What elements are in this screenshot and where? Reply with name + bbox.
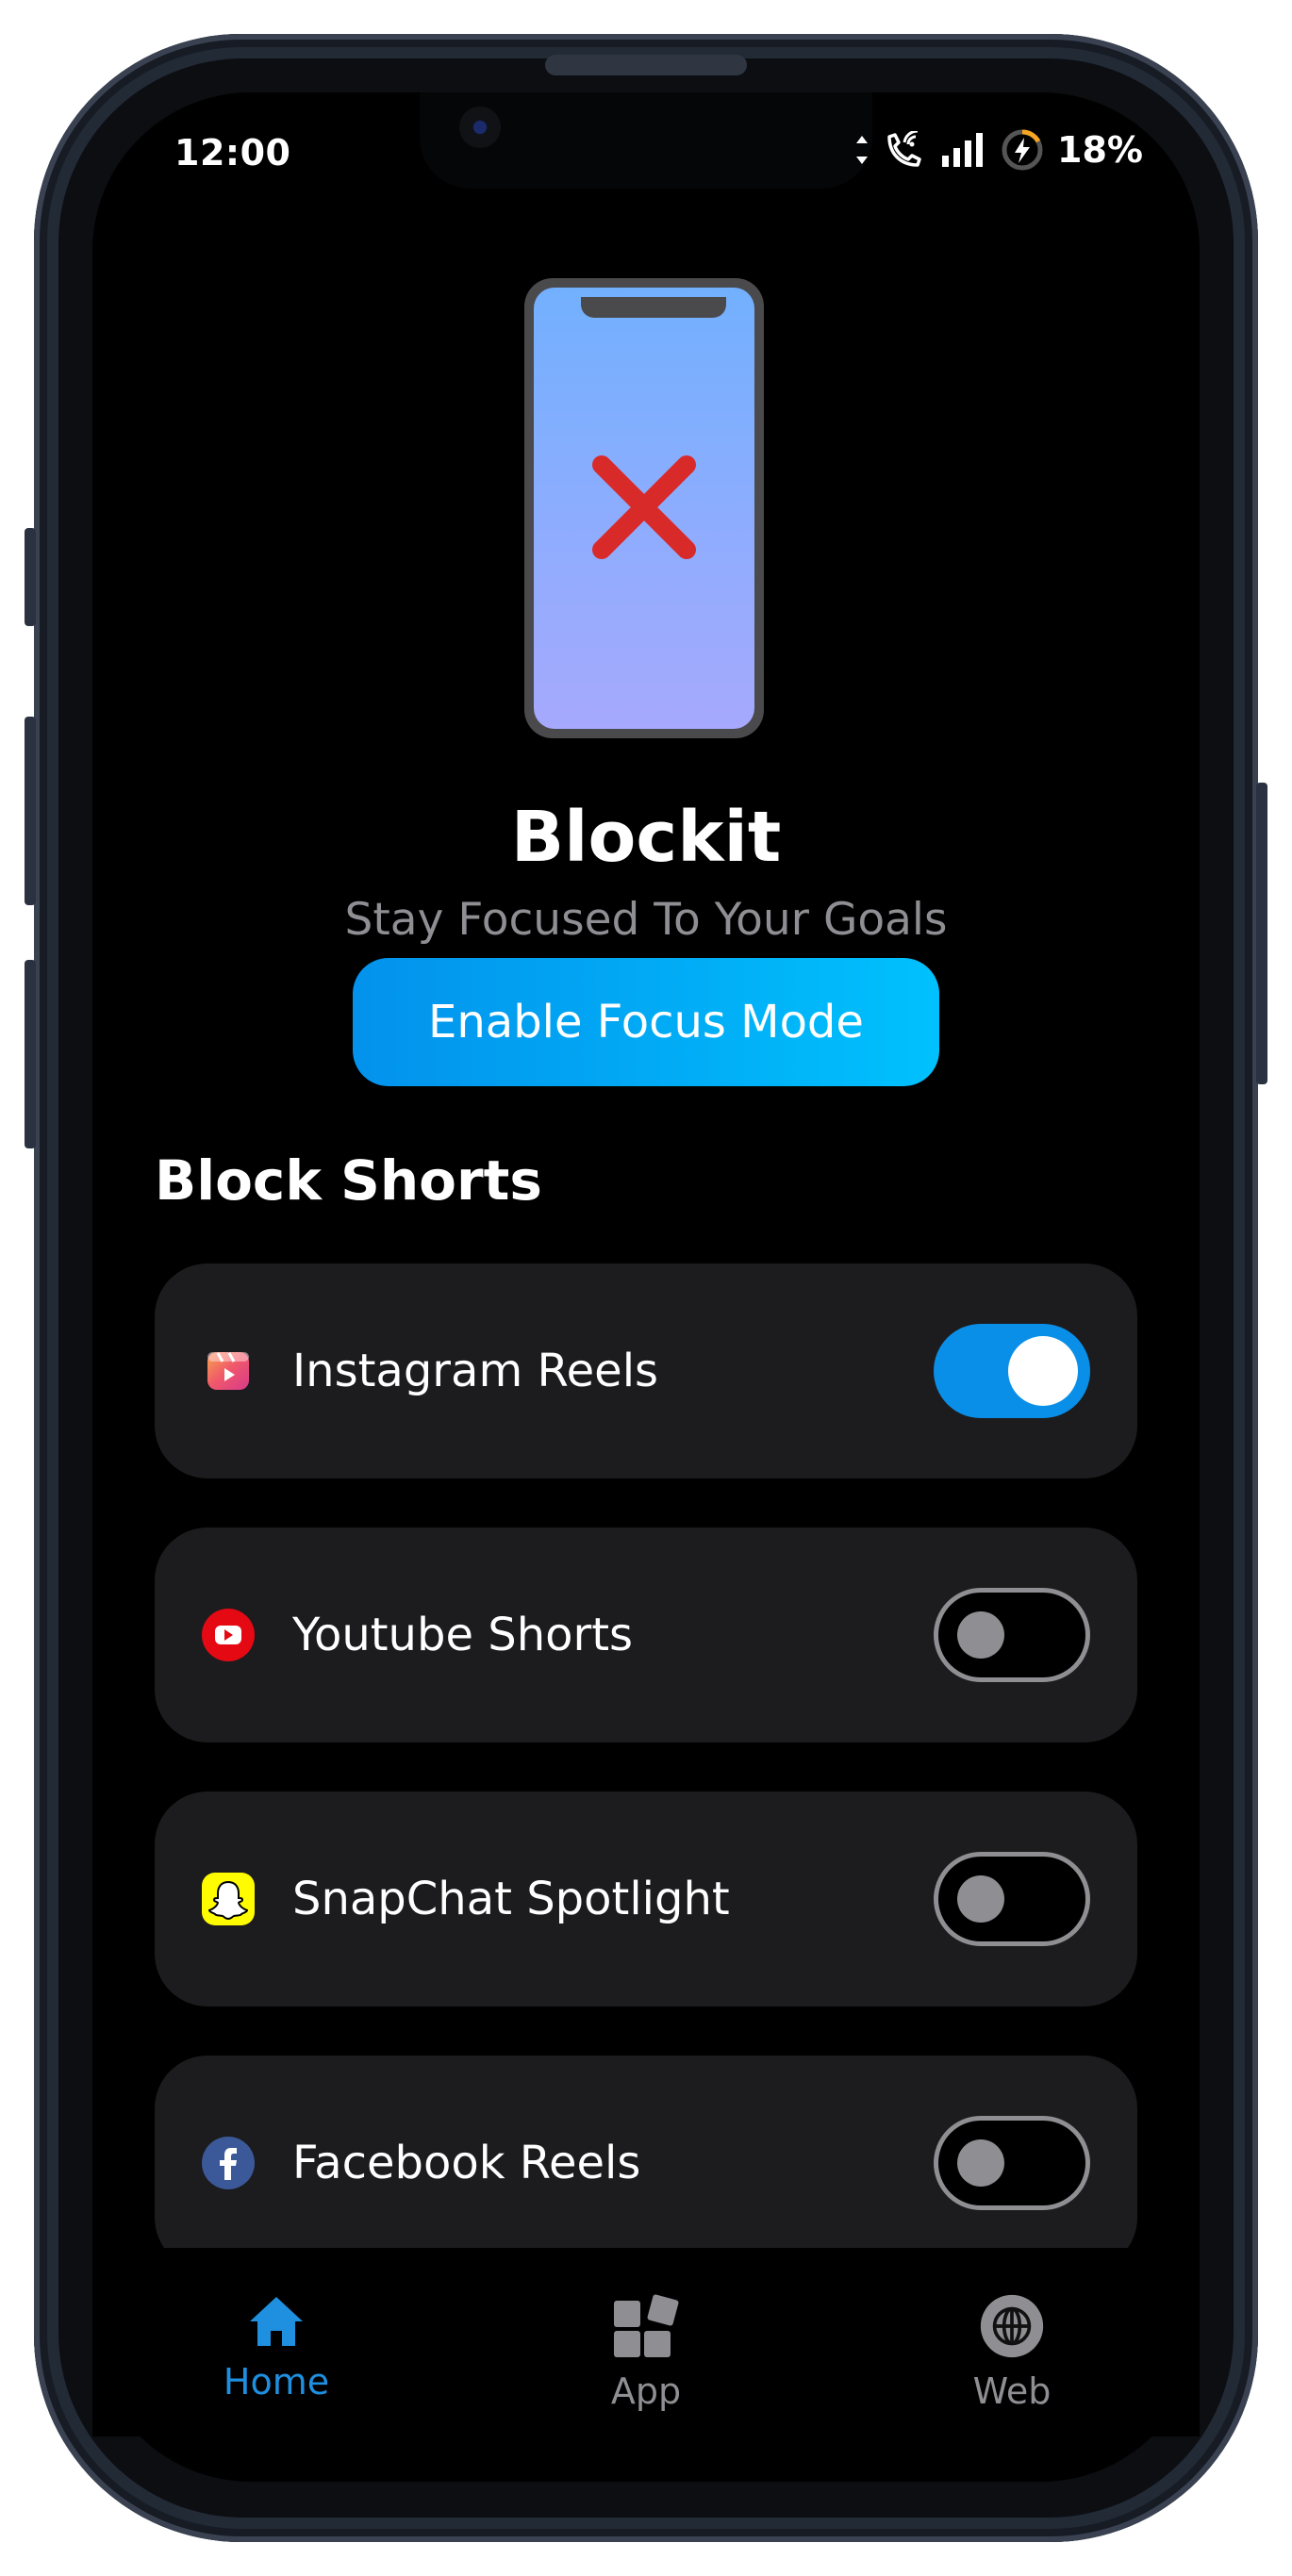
block-item-facebook-reels: Facebook Reels (155, 2056, 1137, 2271)
youtube-icon (202, 1609, 255, 1661)
instagram-reels-toggle[interactable] (934, 1324, 1090, 1418)
app-title: Blockit (510, 797, 782, 878)
item-label: SnapChat Spotlight (292, 1873, 730, 1925)
status-icons: 18% (853, 128, 1143, 172)
hero-phone-notch (581, 297, 726, 318)
youtube-shorts-toggle[interactable] (934, 1588, 1090, 1682)
facebook-reels-toggle[interactable] (934, 2116, 1090, 2210)
instagram-reels-icon (207, 1352, 249, 1390)
battery-percentage: 18% (1057, 129, 1143, 171)
signal-icon (942, 133, 983, 167)
toggle-knob (957, 1611, 1004, 1659)
battery-charging-icon (1002, 129, 1043, 171)
side-button-mute (25, 528, 36, 626)
apps-grid-icon (614, 2294, 679, 2357)
nav-label: App (610, 2370, 682, 2412)
nav-app[interactable]: App (533, 2293, 759, 2412)
enable-focus-mode-button[interactable]: Enable Focus Mode (353, 958, 939, 1086)
block-item-youtube-shorts: Youtube Shorts (155, 1527, 1137, 1742)
item-label: Instagram Reels (292, 1345, 659, 1397)
block-x-icon (592, 455, 696, 559)
nav-web[interactable]: Web (899, 2293, 1125, 2412)
toggle-knob (957, 1875, 1004, 1923)
globe-icon (980, 2294, 1044, 2358)
side-button-volume-down (25, 960, 36, 1148)
item-label: Youtube Shorts (292, 1609, 634, 1661)
earpiece-speaker (545, 55, 747, 75)
nav-home[interactable]: Home (163, 2293, 389, 2403)
home-icon (250, 2297, 303, 2346)
block-item-instagram-reels: Instagram Reels (155, 1263, 1137, 1478)
item-label: Facebook Reels (292, 2137, 641, 2189)
facebook-icon (202, 2137, 255, 2189)
toggle-knob (1008, 1336, 1078, 1406)
nav-label: Home (223, 2361, 330, 2403)
nav-label: Web (972, 2370, 1052, 2412)
front-camera (459, 107, 501, 148)
snapchat-spotlight-toggle[interactable] (934, 1852, 1090, 1946)
section-title: Block Shorts (155, 1148, 542, 1213)
status-time: 12:00 (174, 132, 291, 173)
hero-phone-illustration (524, 278, 764, 738)
app-subtitle: Stay Focused To Your Goals (344, 894, 948, 946)
bottom-nav: Home App Web (92, 2248, 1200, 2436)
snapchat-icon (202, 1873, 255, 1925)
hero-phone-screen (534, 288, 754, 729)
data-arrows-icon (856, 136, 868, 164)
toggle-knob (957, 2139, 1004, 2187)
wifi-calling-icon (887, 131, 921, 167)
block-item-snapchat-spotlight: SnapChat Spotlight (155, 1792, 1137, 2006)
